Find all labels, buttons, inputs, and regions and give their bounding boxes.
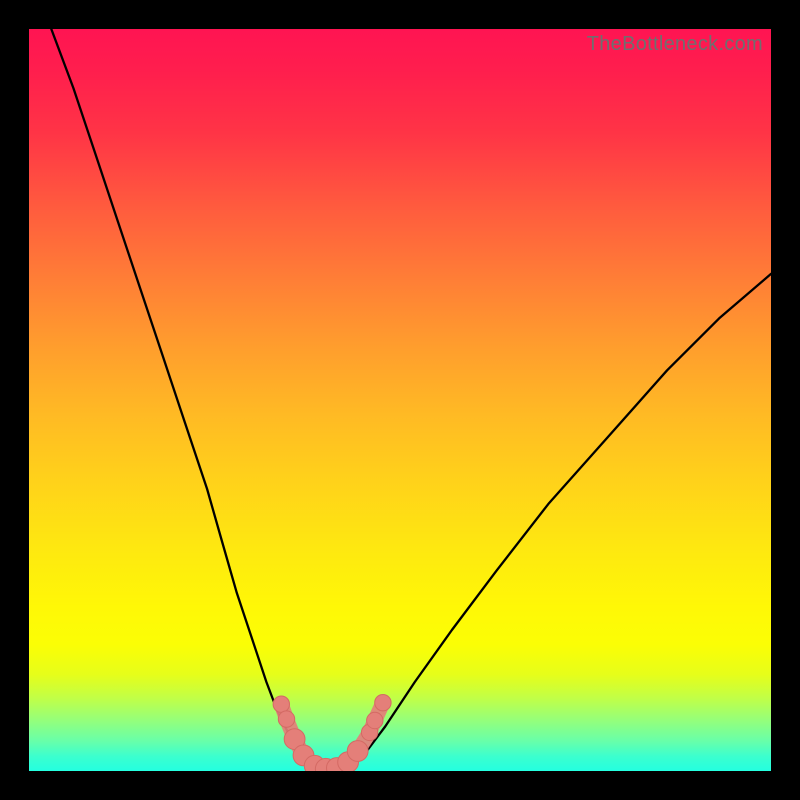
chart-curves (29, 29, 771, 771)
watermark-text: TheBottleneck.com (587, 33, 763, 56)
bottleneck-curve (51, 29, 771, 770)
bead-point (347, 741, 368, 762)
bead-point (273, 696, 289, 712)
chart-frame: TheBottleneck.com (0, 0, 800, 800)
bead-point (278, 711, 294, 727)
plot-area: TheBottleneck.com (29, 29, 771, 771)
bead-point (375, 695, 391, 711)
bead-point (367, 712, 383, 728)
